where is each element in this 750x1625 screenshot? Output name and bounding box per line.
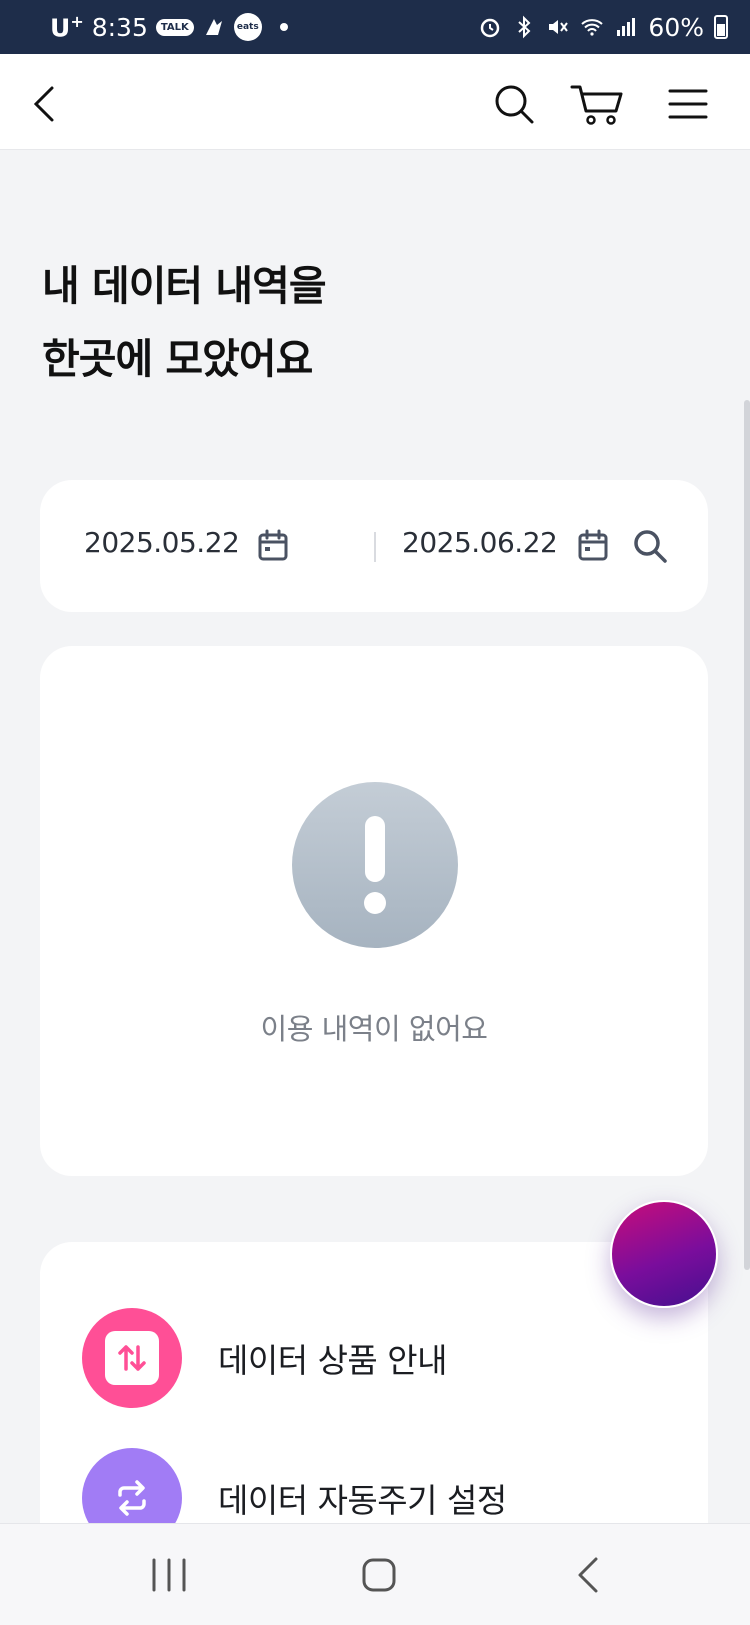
chevron-left-icon[interactable] — [24, 82, 68, 126]
more-notifications-dot — [279, 23, 288, 31]
menu-item-label: 데이터 자동주기 설정 — [218, 1481, 507, 1520]
date-range-filter: 2025.05.22 2025.06.22 — [40, 480, 708, 612]
system-navigation-bar — [0, 1523, 750, 1625]
wifi-icon — [581, 19, 604, 36]
bluetooth-icon — [518, 15, 531, 39]
alarm-icon — [481, 18, 500, 38]
end-date-field[interactable]: 2025.06.22 — [402, 526, 558, 559]
empty-state-card: 이용 내역이 없어요 — [40, 646, 708, 1176]
repeat-icon — [118, 1480, 146, 1516]
carrier-label: U+ — [50, 11, 84, 43]
home-icon[interactable] — [356, 1552, 402, 1598]
status-bar: U+ 8:35 TALK eats 60% — [0, 0, 750, 54]
page-title: 내 데이터 내역을 한곳에 모았어요 — [42, 250, 327, 396]
cart-icon[interactable] — [570, 82, 624, 126]
delivery-notification-icon — [205, 19, 222, 35]
signal-icon — [617, 18, 636, 36]
battery-percent: 60% — [648, 12, 704, 42]
eats-notification-icon: eats — [233, 13, 262, 41]
empty-state-message: 이용 내역이 없어요 — [260, 1012, 488, 1046]
menu-item-icon-bg — [82, 1308, 182, 1408]
calendar-icon[interactable] — [256, 528, 290, 562]
talk-notification-icon: TALK — [155, 18, 194, 36]
up-down-arrows-icon — [118, 1345, 146, 1371]
clock: 8:35 — [91, 12, 148, 42]
calendar-icon[interactable] — [576, 528, 610, 562]
start-date-field[interactable]: 2025.05.22 — [84, 526, 240, 559]
mute-icon — [549, 20, 569, 34]
hamburger-menu-icon[interactable] — [666, 82, 710, 126]
menu-item-data-products[interactable]: 데이터 상품 안내 — [82, 1308, 448, 1408]
floating-action-button[interactable] — [610, 1200, 718, 1308]
search-icon[interactable] — [632, 528, 668, 564]
search-icon[interactable] — [492, 82, 536, 126]
date-divider — [374, 532, 376, 562]
page-title-line-2: 한곳에 모았어요 — [42, 335, 313, 383]
battery-icon — [714, 15, 728, 39]
back-icon[interactable] — [566, 1552, 612, 1598]
scrollbar[interactable] — [744, 400, 750, 1270]
menu-item-label: 데이터 상품 안내 — [218, 1341, 448, 1380]
shortcut-menu: 데이터 상품 안내 데이터 자동주기 설정 — [40, 1242, 708, 1548]
exclamation-icon — [292, 782, 458, 948]
recent-apps-icon[interactable] — [146, 1552, 192, 1598]
page-title-line-1: 내 데이터 내역을 — [42, 262, 327, 310]
app-header — [0, 54, 750, 150]
